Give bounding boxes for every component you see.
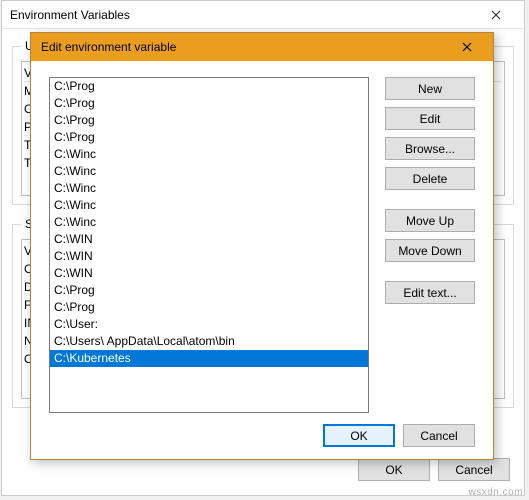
list-item[interactable]: C:\Winc: [50, 146, 368, 163]
path-list[interactable]: C:\ProgC:\ProgC:\ProgC:\ProgC:\WincC:\Wi…: [49, 77, 369, 413]
list-item[interactable]: C:\User:: [50, 316, 368, 333]
cancel-button[interactable]: Cancel: [403, 424, 475, 447]
list-item[interactable]: C:\Winc: [50, 180, 368, 197]
close-icon[interactable]: [447, 35, 487, 59]
new-button[interactable]: New: [385, 77, 475, 100]
ok-button[interactable]: OK: [358, 458, 430, 481]
ok-button[interactable]: OK: [323, 424, 395, 447]
list-item[interactable]: C:\Prog: [50, 95, 368, 112]
env-vars-title: Environment Variables: [10, 8, 130, 22]
edit-env-var-title: Edit environment variable: [41, 40, 176, 54]
side-button-panel: New Edit Browse... Delete Move Up Move D…: [385, 77, 475, 413]
list-item[interactable]: C:\Winc: [50, 214, 368, 231]
browse-button[interactable]: Browse...: [385, 137, 475, 160]
cancel-button[interactable]: Cancel: [438, 458, 510, 481]
list-item[interactable]: C:\Prog: [50, 112, 368, 129]
list-item[interactable]: C:\Winc: [50, 197, 368, 214]
edit-env-var-footer: OK Cancel: [323, 424, 475, 447]
move-up-button[interactable]: Move Up: [385, 209, 475, 232]
edit-text-button[interactable]: Edit text...: [385, 281, 475, 304]
list-item[interactable]: C:\Kubernetes: [50, 350, 368, 367]
list-item[interactable]: C:\WIN: [50, 231, 368, 248]
edit-button[interactable]: Edit: [385, 107, 475, 130]
edit-env-var-dialog: Edit environment variable C:\ProgC:\Prog…: [30, 32, 494, 460]
edit-env-var-titlebar: Edit environment variable: [31, 33, 493, 61]
edit-env-var-body: C:\ProgC:\ProgC:\ProgC:\ProgC:\WincC:\Wi…: [49, 77, 475, 413]
list-item[interactable]: C:\WIN: [50, 265, 368, 282]
list-item[interactable]: C:\Prog: [50, 282, 368, 299]
close-icon[interactable]: [476, 5, 516, 25]
list-item[interactable]: C:\Winc: [50, 163, 368, 180]
list-item[interactable]: C:\Prog: [50, 299, 368, 316]
watermark: wsxdn.com: [468, 487, 523, 498]
list-item[interactable]: C:\WIN: [50, 248, 368, 265]
move-down-button[interactable]: Move Down: [385, 239, 475, 262]
env-vars-titlebar: Environment Variables: [2, 1, 524, 29]
list-item[interactable]: C:\Prog: [50, 129, 368, 146]
env-vars-footer: OK Cancel: [358, 458, 510, 481]
list-item[interactable]: C:\Users\ AppData\Local\atom\bin: [50, 333, 368, 350]
list-item[interactable]: C:\Prog: [50, 78, 368, 95]
delete-button[interactable]: Delete: [385, 167, 475, 190]
